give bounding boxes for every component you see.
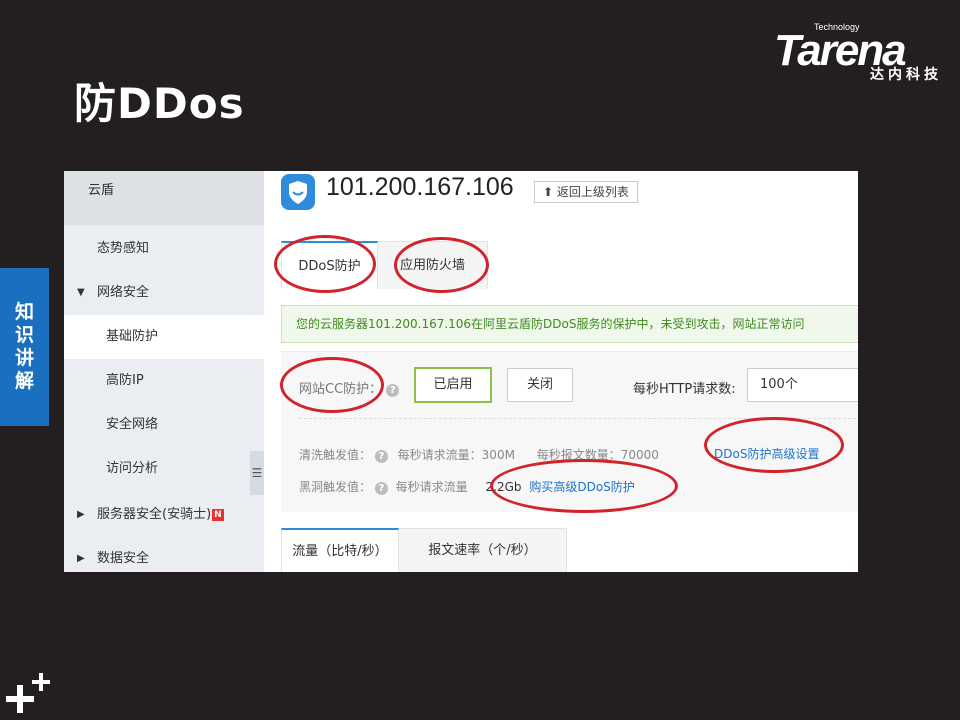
tab-web-firewall[interactable]: 应用防火墙 [378,241,488,289]
logo-cn: 达内科技 [870,67,942,83]
clean-packets: 每秒报文数量：70000 [536,448,659,462]
clean-threshold-row: 清洗触发值： ? 每秒请求流量：300M 每秒报文数量：70000 [299,446,659,463]
sidebar-item-access-analysis[interactable]: 访问分析 [64,447,264,491]
sidebar-item-label: 基础防护 [106,329,159,344]
knowledge-tab: 知 识 讲 解 [0,268,49,426]
protection-status-notice: 您的云服务器101.200.167.106在阿里云盾防DDoS服务的保护中，未受… [281,305,858,343]
server-ip-title: 101.200.167.106 [326,173,514,201]
tarena-logo: Technology Tarena 达内科技 [774,22,944,83]
caret-right-icon: ▶ [77,509,85,520]
sidebar-item-secure-network[interactable]: 安全网络 [64,403,264,447]
ddos-advanced-settings-link[interactable]: DDoS防护高级设置 [714,445,819,462]
caret-right-icon: ▶ [77,553,85,564]
sidebar-item-basic-protection[interactable]: 基础防护 [64,315,264,359]
main-content: 101.200.167.106 ⬆ 返回上级列表 DDoS防护 应用防火墙 您的… [264,171,858,572]
clean-flow: 每秒请求流量：300M [397,448,515,462]
blackhole-threshold-row: 黑洞触发值： ? 每秒请求流量 2.2Gb 购买高级DDoS防护 [299,478,635,495]
help-icon[interactable]: ? [386,384,400,397]
caret-down-icon: ▼ [77,287,85,298]
sidebar-item-network-security[interactable]: ▼ 网络安全 [64,271,264,315]
back-to-list-button[interactable]: ⬆ 返回上级列表 [534,181,638,203]
blackhole-flow-label: 每秒请求流量 [395,480,468,494]
side-tab-char: 知 [14,301,34,323]
sidebar-item-label: 高防IP [106,373,144,388]
divider [299,418,858,419]
http-requests-input[interactable]: 100个 [747,368,858,402]
sidebar-item-label: 服务器安全(安骑士) [97,507,212,522]
sidebar-item-label: 访问分析 [106,461,159,476]
tab-traffic-bps[interactable]: 流量（比特/秒） [281,528,399,572]
sidebar-item-label: 安全网络 [106,417,159,432]
slide-title: 防DDos [74,79,245,128]
plus-logo-icon [6,673,50,713]
sidebar-item-high-defense-ip[interactable]: 高防IP [64,359,264,403]
sidebar-item-server-security[interactable]: ▶ 服务器安全(安骑士) N [64,493,264,537]
http-requests-label: 每秒HTTP请求数: [633,382,736,397]
buy-advanced-ddos-link[interactable]: 购买高级DDoS防护 [529,480,634,494]
side-tab-char: 识 [14,324,34,346]
shield-icon [281,174,315,210]
cc-close-button[interactable]: 关闭 [507,368,573,402]
tab-ddos-protection[interactable]: DDoS防护 [281,241,378,289]
help-icon[interactable]: ? [374,482,388,495]
back-button-label: 返回上级列表 [556,185,629,199]
sidebar-item-label: 网络安全 [97,285,150,300]
new-badge: N [212,508,224,521]
sidebar-item-data-security[interactable]: ▶ 数据安全 [64,537,264,572]
side-tab-char: 讲 [14,347,34,369]
side-tab-char: 解 [14,370,34,392]
blackhole-label: 黑洞触发值： [299,480,372,494]
clean-label: 清洗触发值： [299,448,372,462]
cc-enabled-button[interactable]: 已启用 [414,367,492,403]
sidebar-header: 云盾 [64,171,264,225]
protection-settings-panel: 网站CC防护： ? 已启用 关闭 每秒HTTP请求数: 100个 清洗触发值： … [281,351,858,512]
sidebar: 云盾 态势感知 ▼ 网络安全 基础防护 高防IP 安全网络 访问分析 ▶ 服务器安全… [64,171,264,572]
console-screenshot: 云盾 态势感知 ▼ 网络安全 基础防护 高防IP 安全网络 访问分析 ▶ 服务器安全… [64,171,858,572]
tab-packet-rate[interactable]: 报文速率（个/秒） [399,528,567,572]
sidebar-collapse-icon[interactable]: ☰ [250,451,264,495]
sidebar-item-label: 数据安全 [97,551,150,566]
blackhole-flow-value: 2.2Gb [485,480,522,494]
help-icon[interactable]: ? [374,450,388,463]
cc-label-text: 网站CC防护： [299,382,383,397]
cc-protection-label: 网站CC防护： ? [299,378,400,397]
sidebar-item-label: 态势感知 [97,241,150,256]
sidebar-item-situational-awareness[interactable]: 态势感知 [64,227,264,271]
arrow-up-icon: ⬆ [543,185,557,199]
